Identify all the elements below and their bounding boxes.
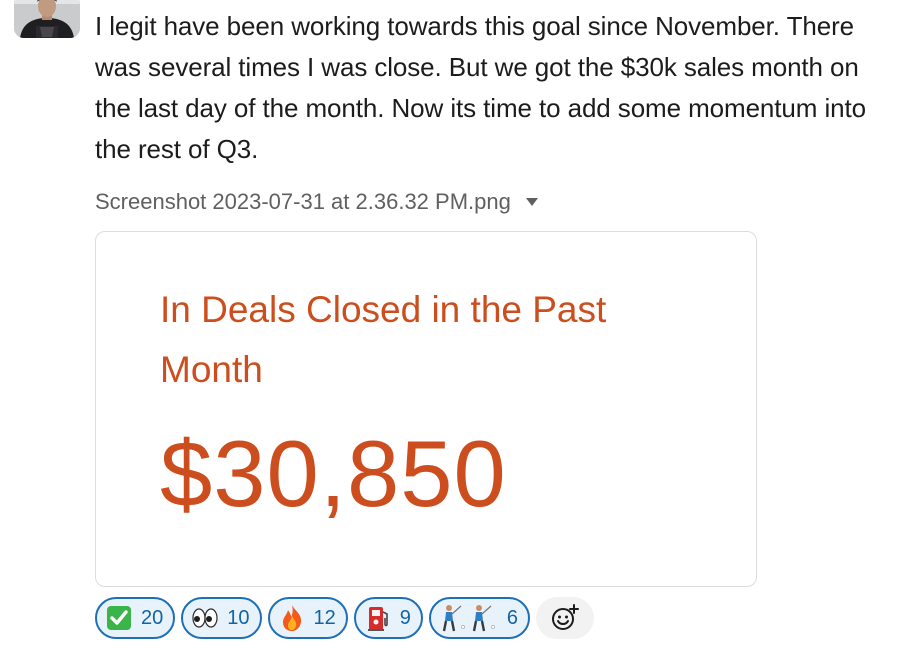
- reaction-golfer[interactable]: 6: [428, 597, 530, 639]
- avatar-image: [14, 0, 80, 38]
- golfer-icon: [439, 604, 499, 632]
- add-reaction-button[interactable]: [536, 597, 594, 639]
- card-amount: $30,850: [160, 421, 507, 526]
- message-text: I legit have been working towards this g…: [95, 11, 866, 164]
- message-body: I legit have been working towards this g…: [95, 6, 900, 587]
- reactions-bar: 20 10 12 9 6: [95, 597, 594, 639]
- fuelpump-icon: [364, 604, 392, 632]
- reaction-count: 10: [227, 606, 250, 629]
- eyes-icon: [191, 604, 219, 632]
- reaction-fuelpump[interactable]: 9: [353, 597, 423, 639]
- reaction-count: 9: [399, 606, 411, 629]
- card-title: In Deals Closed in the Past Month: [160, 289, 607, 390]
- check-mark-icon: [105, 604, 133, 632]
- reaction-count: 6: [506, 606, 518, 629]
- reaction-eyes[interactable]: 10: [181, 597, 262, 639]
- reaction-count: 12: [313, 606, 336, 629]
- reaction-white-check-mark[interactable]: 20: [95, 597, 176, 639]
- attachment-file-name[interactable]: Screenshot 2023-07-31 at 2.36.32 PM.png: [95, 189, 511, 215]
- image-attachment[interactable]: In Deals Closed in the Past Month $30,85…: [95, 231, 757, 587]
- add-emoji-icon: [552, 604, 579, 630]
- message: I legit have been working towards this g…: [0, 0, 910, 660]
- fire-icon: [278, 604, 306, 632]
- reaction-fire[interactable]: 12: [267, 597, 348, 639]
- reaction-count: 20: [141, 606, 164, 629]
- caret-down-icon[interactable]: [525, 195, 539, 209]
- attachment-header: Screenshot 2023-07-31 at 2.36.32 PM.png: [95, 187, 900, 217]
- avatar[interactable]: [14, 0, 80, 38]
